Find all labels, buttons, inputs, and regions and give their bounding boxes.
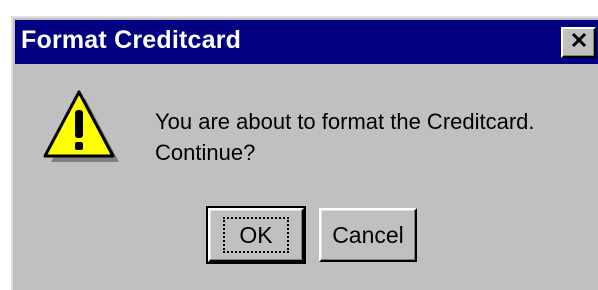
title-bar[interactable]: Format Creditcard bbox=[15, 20, 598, 64]
warning-icon bbox=[41, 90, 121, 166]
format-creditcard-dialog: Format Creditcard You are about to forma… bbox=[11, 16, 598, 290]
cancel-button[interactable]: Cancel bbox=[319, 208, 417, 262]
close-icon bbox=[570, 31, 588, 54]
close-button[interactable] bbox=[561, 27, 596, 58]
dialog-title: Format Creditcard bbox=[21, 26, 242, 54]
cancel-button-label: Cancel bbox=[332, 221, 404, 248]
ok-button[interactable]: OK bbox=[206, 206, 306, 264]
dialog-message: You are about to format the Creditcard. … bbox=[155, 106, 535, 168]
message-line-2: Continue? bbox=[155, 140, 256, 165]
ok-button-label: OK bbox=[223, 217, 289, 253]
message-line-1: You are about to format the Creditcard. bbox=[155, 109, 535, 134]
